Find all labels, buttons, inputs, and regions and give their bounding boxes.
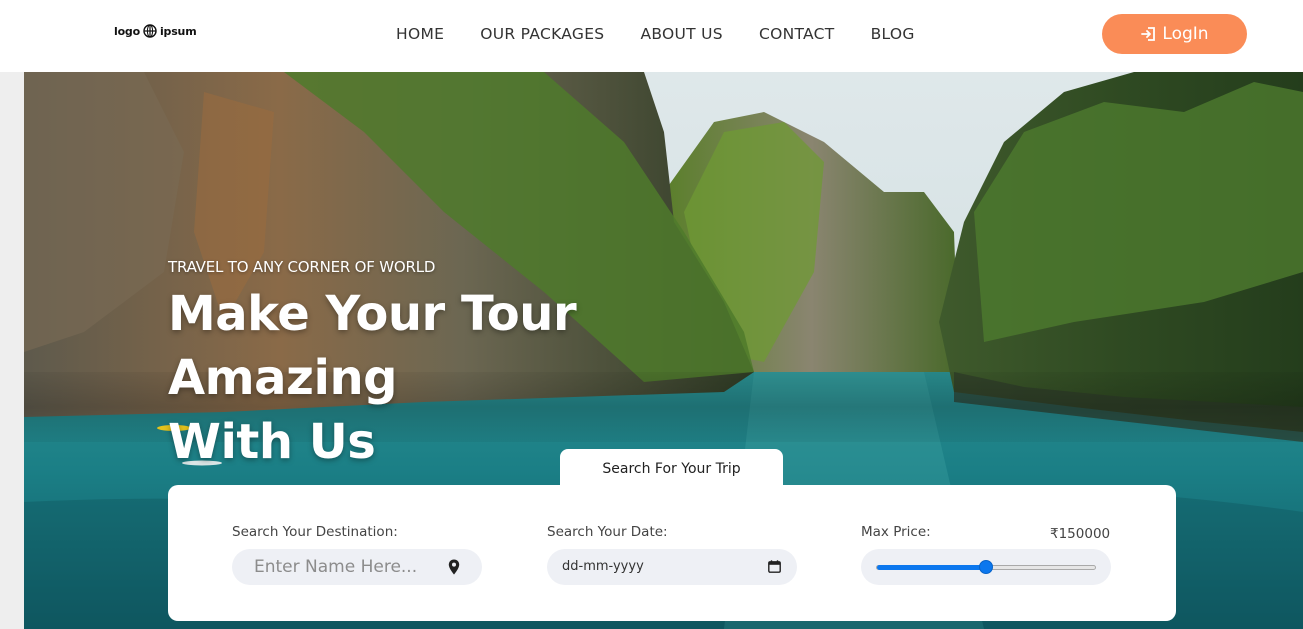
destination-input[interactable] [254, 549, 444, 585]
logo-left-text: logo [114, 24, 140, 38]
hero-subtitle: TRAVEL TO ANY CORNER OF WORLD [168, 258, 436, 276]
search-tab[interactable]: Search For Your Trip [560, 449, 783, 489]
date-field[interactable]: dd-mm-yyyy [547, 549, 797, 585]
logo[interactable]: logo ipsum [114, 24, 197, 38]
nav-home[interactable]: HOME [396, 24, 444, 44]
date-input[interactable]: dd-mm-yyyy [562, 559, 644, 574]
hero-title-line-1: Make Your Tour Amazing [168, 286, 577, 406]
login-icon [1141, 27, 1156, 41]
nav-about-us[interactable]: ABOUT US [640, 24, 723, 44]
search-panel: Search Your Destination: Search Your Dat… [168, 485, 1176, 621]
price-slider-fill [877, 565, 987, 570]
globe-icon [143, 24, 157, 38]
price-slider-handle[interactable] [979, 560, 993, 574]
site-header: logo ipsum HOME OUR PACKAGES ABOUT US CO… [0, 0, 1303, 72]
logo-right-text: ipsum [159, 24, 197, 38]
max-price-value: ₹150000 [1050, 526, 1111, 542]
destination-field[interactable] [232, 549, 482, 585]
location-pin-icon [448, 559, 460, 575]
nav-our-packages[interactable]: OUR PACKAGES [480, 24, 604, 44]
hero-title: Make Your Tour Amazing With Us [168, 282, 808, 474]
date-label: Search Your Date: [547, 524, 668, 540]
calendar-icon[interactable] [768, 560, 781, 573]
main-nav: HOME OUR PACKAGES ABOUT US CONTACT BLOG [396, 24, 915, 44]
login-label: LogIn [1162, 24, 1209, 44]
nav-blog[interactable]: BLOG [871, 24, 915, 44]
price-slider-field [861, 549, 1111, 585]
nav-contact[interactable]: CONTACT [759, 24, 835, 44]
login-button[interactable]: LogIn [1102, 14, 1247, 54]
max-price-label: Max Price: [861, 524, 931, 540]
hero-left-gutter [0, 72, 24, 629]
destination-label: Search Your Destination: [232, 524, 398, 540]
